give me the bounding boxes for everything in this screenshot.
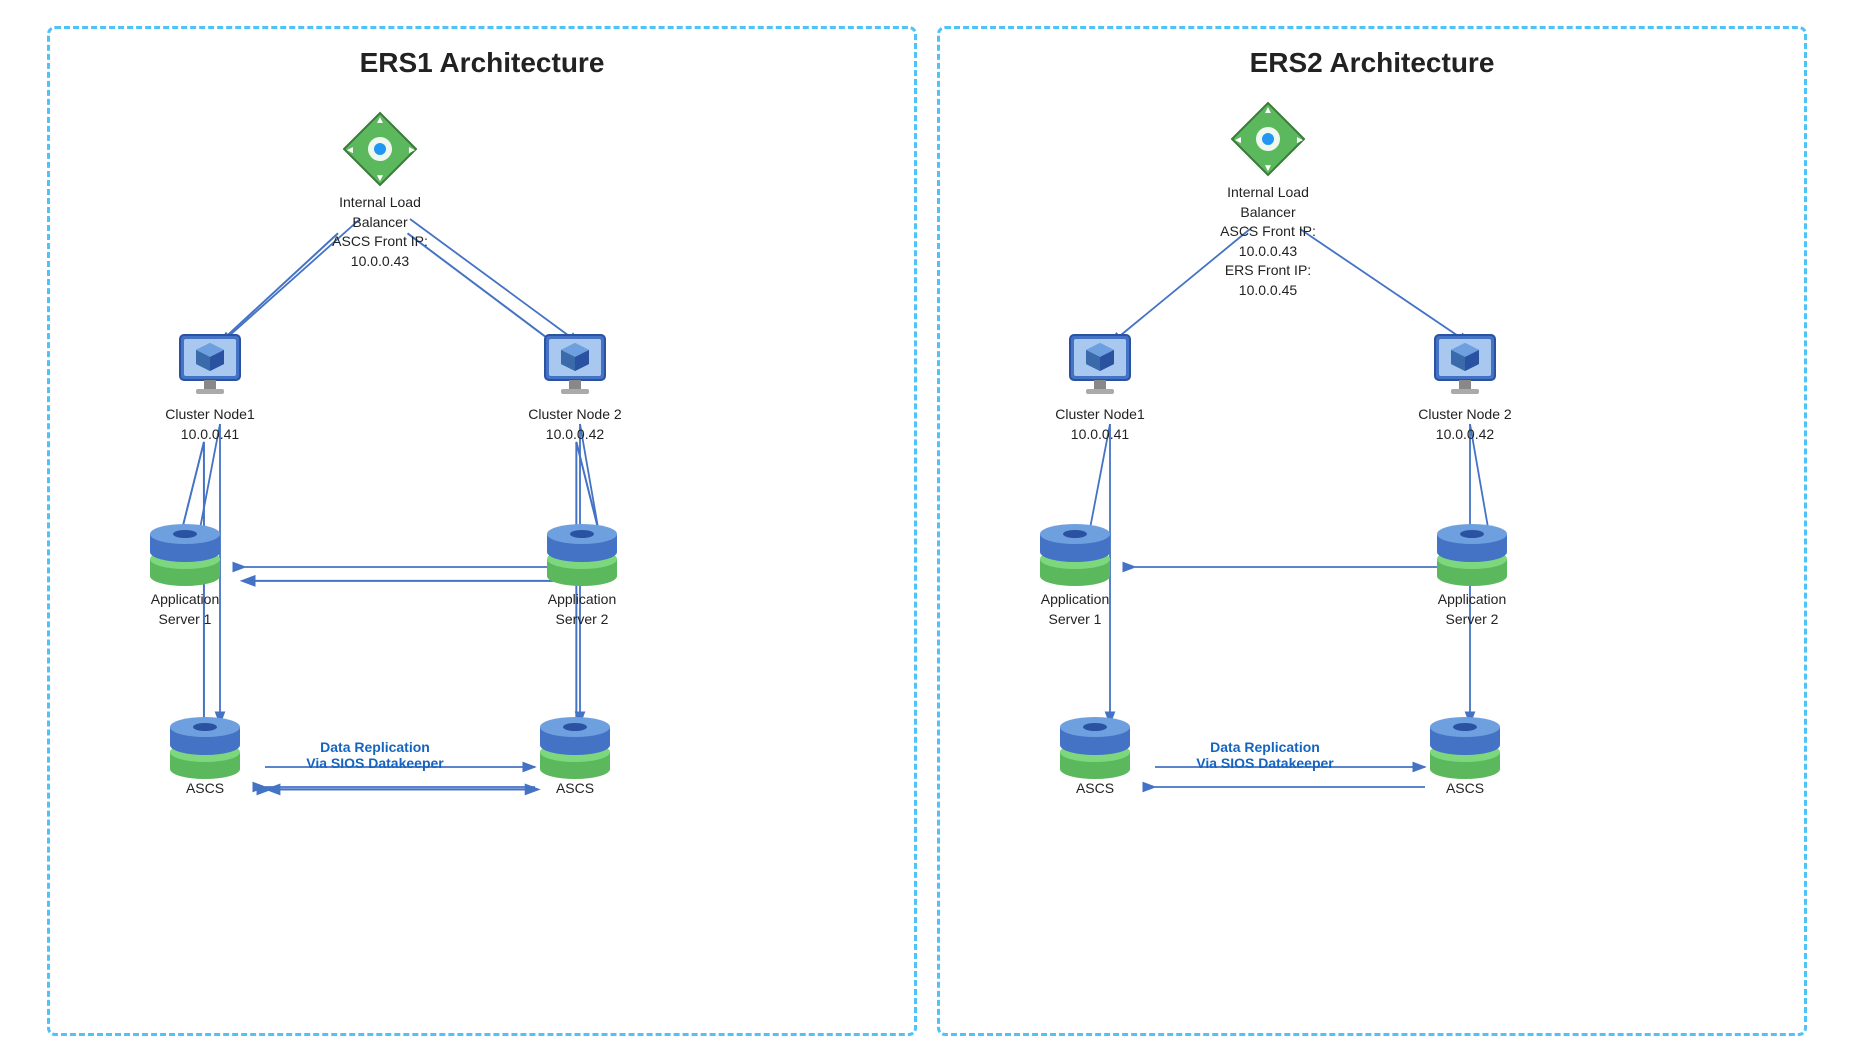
ers1-ascs1: ASCS [145,717,265,799]
ers2-ascs1: ASCS [1035,717,1155,799]
ers2-title: ERS2 Architecture [1250,47,1495,79]
ers1-app1: Application Server 1 [125,524,245,629]
svg-text:►: ► [407,145,417,156]
svg-text:◄: ◄ [1233,135,1243,146]
ers1-lb-icon: ▲ ▼ ◄ ► [340,109,420,189]
ers1-title: ERS1 Architecture [360,47,605,79]
svg-text:▼: ▼ [1263,163,1273,174]
svg-text:►: ► [1295,135,1305,146]
ers1-diagram: ▲ ▼ ◄ ► Internal Load Balancer ASCS Fron… [50,89,914,1033]
ers2-lb-label: Internal Load Balancer ASCS Front IP: 10… [1220,183,1316,301]
ers2-lb: ▲ ▼ ◄ ► Internal Load Balancer ASCS Fron… [1198,99,1338,301]
ers2-node2: Cluster Node 2 10.0.0.42 [1400,329,1530,444]
ers2-app1: Application Server 1 [1015,524,1135,629]
ers1-ascs1-icon [165,717,245,779]
ers2-lb-icon: ▲ ▼ ◄ ► [1228,99,1308,179]
ers1-ascs1-label: ASCS [186,779,224,799]
ers1-app1-icon [145,524,225,586]
ers1-app2: Application Server 2 [522,524,642,629]
ers1-app2-icon [542,524,622,586]
ers1-node2-icon [539,329,611,401]
ers1-node2-label: Cluster Node 2 10.0.0.42 [528,405,621,444]
ers2-ascs1-icon [1055,717,1135,779]
ers2-diagram: ▲ ▼ ◄ ► Internal Load Balancer ASCS Fron… [940,89,1804,1033]
svg-text:▼: ▼ [375,173,385,184]
ers2-ascs1-label: ASCS [1076,779,1114,799]
ers2-app1-label: Application Server 1 [1041,590,1110,629]
ers1-ascs2: ASCS [515,717,635,799]
svg-text:◄: ◄ [345,145,355,156]
ers1-node2: Cluster Node 2 10.0.0.42 [510,329,640,444]
ers1-app1-label: Application Server 1 [151,590,220,629]
ers1-ascs2-label: ASCS [556,779,594,799]
ers2-node2-icon [1429,329,1501,401]
ers2-node1-label: Cluster Node1 10.0.0.41 [1055,405,1145,444]
ers2-replication-label: Data Replication Via SIOS Datakeeper [1185,739,1345,771]
ers2-node2-label: Cluster Node 2 10.0.0.42 [1418,405,1511,444]
ers2-node1: Cluster Node1 10.0.0.41 [1035,329,1165,444]
ers1-box: ERS1 Architecture [47,26,917,1036]
ers2-app2-label: Application Server 2 [1438,590,1507,629]
ers1-node1-label: Cluster Node1 10.0.0.41 [165,405,255,444]
ers2-ascs2-label: ASCS [1446,779,1484,799]
svg-text:▲: ▲ [375,115,385,126]
ers2-box: ERS2 Architecture [937,26,1807,1036]
ers1-replication-label: Data Replication Via SIOS Datakeeper [295,739,455,771]
ers1-node1-icon [174,329,246,401]
ers2-ascs2-icon [1425,717,1505,779]
ers2-app2-icon [1432,524,1512,586]
ers1-app2-label: Application Server 2 [548,590,617,629]
ers1-lb: ▲ ▼ ◄ ► Internal Load Balancer ASCS Fron… [320,109,440,271]
ers2-app1-icon [1035,524,1115,586]
page: ERS1 Architecture [0,0,1854,1062]
svg-text:▲: ▲ [1263,105,1273,116]
ers1-ascs2-icon [535,717,615,779]
ers2-app2: Application Server 2 [1412,524,1532,629]
ers2-ascs2: ASCS [1405,717,1525,799]
ers1-node1: Cluster Node1 10.0.0.41 [145,329,275,444]
ers2-node1-icon [1064,329,1136,401]
ers1-lb-label: Internal Load Balancer ASCS Front IP: 10… [332,193,428,271]
